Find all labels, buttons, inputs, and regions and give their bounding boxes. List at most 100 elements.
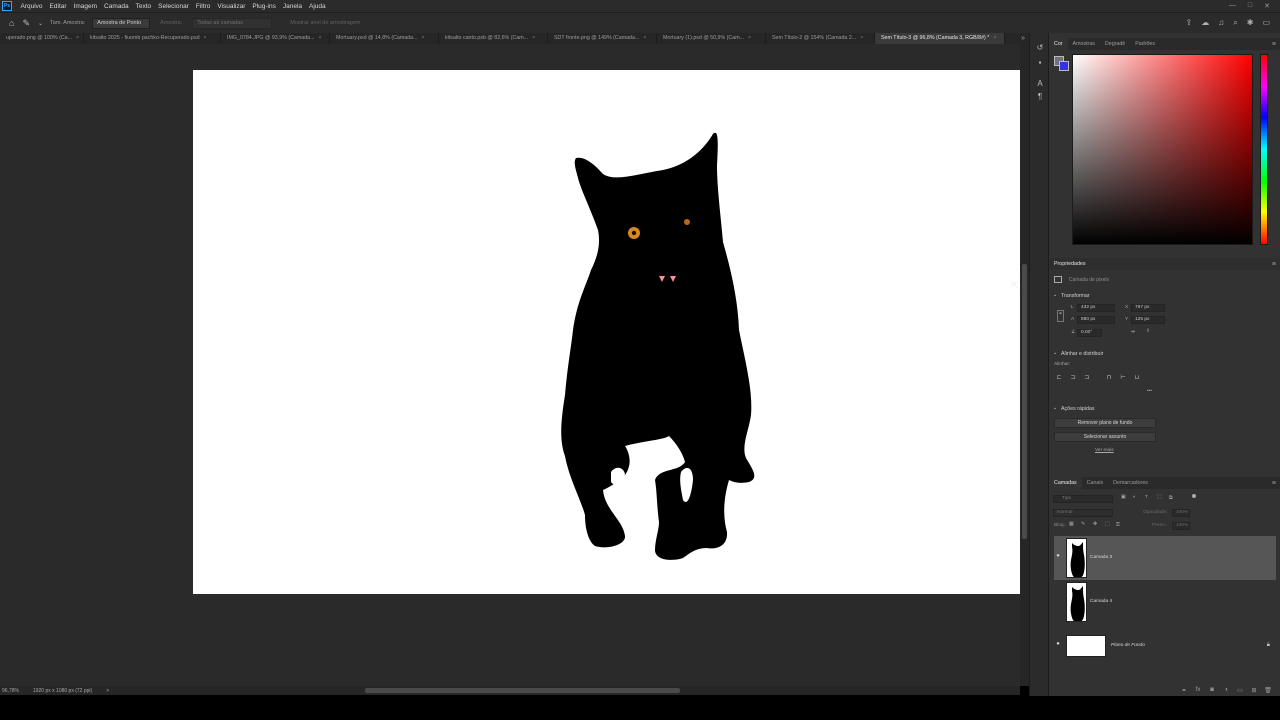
close-tab-icon[interactable]: × [748, 35, 751, 41]
close-tab-icon[interactable]: × [204, 35, 207, 41]
tab-degrade[interactable]: Degradê [1100, 38, 1130, 50]
new-layer-icon[interactable]: ⊞ [1250, 687, 1258, 695]
tab-cor[interactable]: Cor [1049, 38, 1068, 50]
character-panel-icon[interactable]: A [1034, 78, 1046, 90]
angle-field[interactable]: 0,00° [1077, 329, 1102, 337]
x-position-field[interactable]: 767 px [1131, 304, 1165, 312]
layer-name[interactable]: Plano de Fundo [1111, 643, 1145, 648]
opacity-field[interactable]: 100% [1172, 509, 1190, 517]
align-right-icon[interactable]: ⊐ [1083, 374, 1091, 382]
adjustment-layer-icon[interactable]: ◑ [1222, 687, 1230, 695]
align-middle-icon[interactable]: ⊢ [1119, 374, 1127, 382]
menu-editar[interactable]: Editar [46, 3, 70, 10]
tab-padroes[interactable]: Padrões [1130, 38, 1160, 50]
menu-imagem[interactable]: Imagem [70, 3, 100, 10]
close-button[interactable]: ✕ [1264, 2, 1270, 10]
remove-background-button[interactable]: Remover plano de fundo [1054, 418, 1156, 428]
hue-slider[interactable] [1260, 54, 1268, 245]
link-layers-icon[interactable]: ⚭ [1180, 687, 1188, 695]
width-field[interactable]: 432 px [1077, 304, 1115, 312]
tab-camadas[interactable]: Camadas [1049, 477, 1082, 489]
close-tab-icon[interactable]: × [76, 35, 79, 41]
close-tab-icon[interactable]: × [422, 35, 425, 41]
see-more-link[interactable]: Ver mais [1095, 448, 1114, 453]
cloud-icon[interactable]: ☁ [1201, 18, 1209, 28]
y-position-field[interactable]: 125 px [1131, 316, 1165, 324]
link-dimensions-icon[interactable]: ⚭ [1057, 310, 1064, 322]
sample-select[interactable]: Todas as camadas [192, 17, 273, 29]
show-sampling-ring-checkbox[interactable]: Mostrar anel de amostragem [290, 20, 360, 26]
layer-style-icon[interactable]: fx [1194, 687, 1202, 695]
align-center-horizontal-icon[interactable]: ⊐ [1069, 374, 1077, 382]
menu-ajuda[interactable]: Ajuda [306, 3, 330, 10]
filter-type-icon[interactable]: T [1145, 495, 1148, 500]
tab-document-6[interactable]: SDT fronte.png @ 149% (Camada... × [548, 33, 657, 44]
tab-amostras[interactable]: Amostras [1068, 38, 1100, 50]
horizontal-scroll-thumb[interactable] [365, 688, 680, 693]
tab-canais[interactable]: Canais [1082, 477, 1109, 489]
zoom-level[interactable]: 96,78% [2, 688, 19, 694]
blend-mode-select[interactable]: Normal [1053, 509, 1113, 517]
panel-menu-icon[interactable]: ≡ [1272, 480, 1280, 487]
filter-shape-icon[interactable]: ⬚ [1157, 495, 1162, 500]
close-tab-icon[interactable]: × [993, 35, 996, 41]
lock-artboard-icon[interactable]: ⬚ [1105, 522, 1110, 527]
menu-filtro[interactable]: Filtro [192, 3, 213, 10]
filter-toggle-icon[interactable] [1192, 494, 1196, 498]
menu-plugins[interactable]: Plug-ins [249, 3, 279, 10]
share-icon[interactable]: ⇪ [1186, 18, 1193, 28]
close-tab-icon[interactable]: × [643, 35, 646, 41]
align-left-icon[interactable]: ⊏ [1055, 374, 1063, 382]
align-top-icon[interactable]: ⊓ [1105, 374, 1113, 382]
layer-name[interactable]: Camada 3 [1090, 555, 1112, 560]
tab-document-1[interactable]: uperado.png @ 100% (Ca... × [0, 33, 84, 44]
delete-layer-icon[interactable]: 🗑︎ [1264, 687, 1272, 695]
chevron-down-icon[interactable]: ⌄ [1053, 350, 1057, 356]
chevron-down-icon[interactable]: ⌄ [1053, 292, 1057, 298]
filter-smart-object-icon[interactable]: ⧉ [1169, 495, 1172, 501]
history-panel-icon[interactable]: ↺ [1034, 42, 1046, 54]
search-icon[interactable]: ⌕ [1233, 18, 1237, 28]
new-group-icon[interactable]: ▭ [1236, 687, 1244, 695]
layer-filter-search[interactable]: Tipo [1053, 495, 1113, 503]
fill-field[interactable]: 100% [1172, 522, 1190, 530]
menu-arquivo[interactable]: Arquivo [17, 3, 46, 10]
flip-vertical-icon[interactable]: ⇳ [1146, 329, 1150, 334]
layer-name[interactable]: Camada 4 [1090, 599, 1112, 604]
tab-document-8[interactable]: Sem Título-2 @ 154% (Camada 2... × [766, 33, 875, 44]
tab-demarcadores[interactable]: Demarcadores [1108, 477, 1153, 489]
lock-position-icon[interactable]: ✥ [1093, 522, 1097, 527]
workspace-icon[interactable]: ▭ [1262, 18, 1270, 28]
comments-panel-icon[interactable]: ▪ [1034, 57, 1046, 69]
more-tabs-icon[interactable]: » [1016, 33, 1030, 44]
menu-texto[interactable]: Texto [132, 3, 155, 10]
layer-row-camada-3[interactable]: ● Camada 3 [1054, 536, 1276, 580]
layer-thumbnail[interactable] [1066, 582, 1087, 622]
menu-camada[interactable]: Camada [101, 3, 133, 10]
tool-preset-chevron-icon[interactable]: ⌄ [38, 20, 43, 27]
close-tab-icon[interactable]: × [860, 35, 863, 41]
align-bottom-icon[interactable]: ⊔ [1133, 374, 1141, 382]
height-field[interactable]: 880 px [1077, 316, 1115, 324]
vertical-scrollbar[interactable] [1020, 44, 1029, 686]
add-mask-icon[interactable]: ◙ [1208, 687, 1216, 695]
lightbulb-icon[interactable]: ✱ [1247, 18, 1254, 28]
layer-row-plano-de-fundo[interactable]: ● Plano de Fundo 🔒︎ [1054, 624, 1276, 668]
lock-icon[interactable]: 🔒︎ [1267, 642, 1270, 649]
layer-thumbnail[interactable] [1066, 635, 1106, 657]
tab-document-5[interactable]: kitsalto canto.psb @ 82,6% (Cam... × [439, 33, 548, 44]
close-tab-icon[interactable]: × [319, 35, 322, 41]
minimize-button[interactable]: — [1229, 2, 1236, 10]
lock-all-icon[interactable]: ⚿ [1116, 522, 1120, 528]
background-color-swatch[interactable] [1059, 61, 1069, 71]
menu-visualizar[interactable]: Visualizar [214, 3, 249, 10]
layer-thumbnail[interactable] [1066, 538, 1087, 578]
status-menu-arrow[interactable]: > [106, 688, 109, 694]
lock-transparent-icon[interactable]: ▦ [1069, 522, 1074, 527]
tab-document-active[interactable]: Sem Título-3 @ 96,8% (Camada 3, RGB/8#) … [875, 33, 1005, 44]
select-subject-button[interactable]: Selecionar assunto [1054, 432, 1156, 442]
panel-menu-icon[interactable]: ≡ [1272, 41, 1280, 48]
tab-document-2[interactable]: kitsalto 2025 - fiuomb pachko-Recuperado… [84, 33, 221, 44]
flip-horizontal-icon[interactable]: ⇹ [1131, 330, 1135, 335]
bell-icon[interactable]: ♫ [1218, 18, 1224, 28]
